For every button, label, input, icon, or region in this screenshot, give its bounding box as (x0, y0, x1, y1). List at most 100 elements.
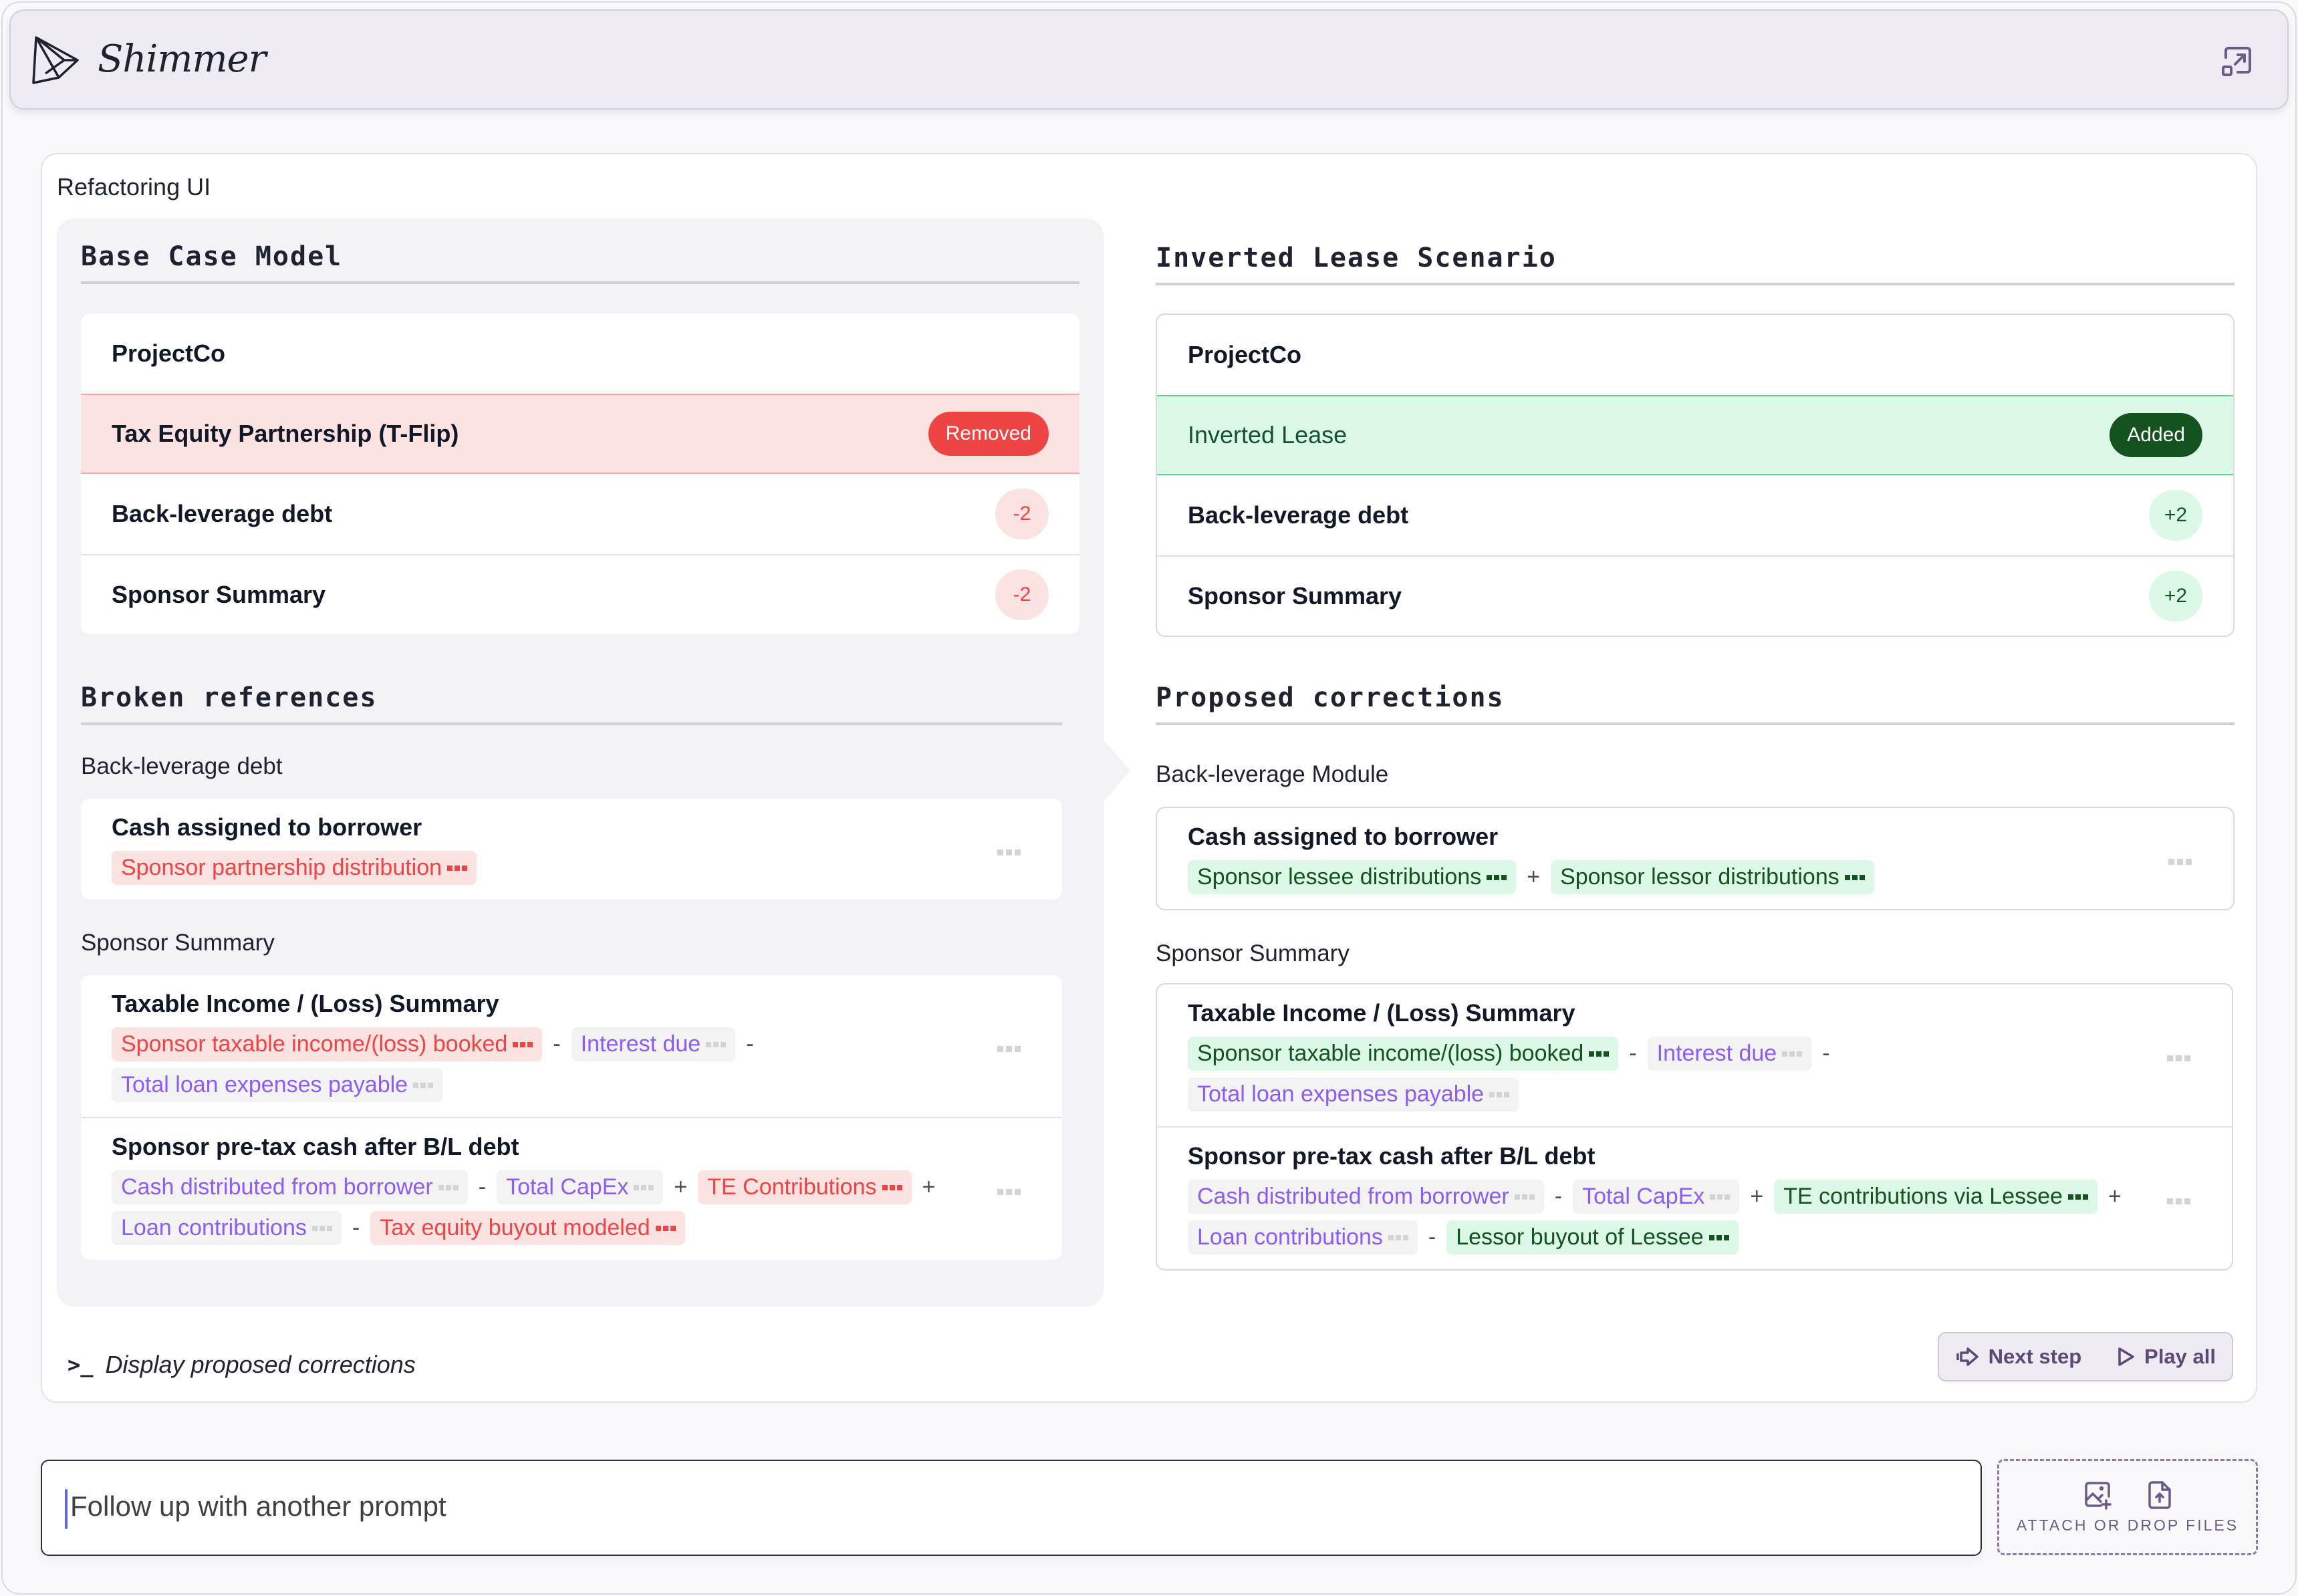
reference-token[interactable]: Total CapEx (1573, 1180, 1740, 1214)
token-menu-icon[interactable] (413, 1082, 434, 1088)
reference-token[interactable]: Total loan expenses payable (112, 1068, 443, 1102)
proposed-ref-card: Taxable Income / (Loss) Summary Sponsor … (1156, 983, 2233, 1271)
token-label: Loan contributions (121, 1215, 307, 1240)
module-label: ProjectCo (1188, 341, 1302, 368)
expand-window-button[interactable] (2220, 44, 2255, 79)
reference-title: Cash assigned to borrower (1188, 823, 1499, 850)
attach-label: ATTACH OR DROP FILES (2016, 1516, 2239, 1534)
broken-reference-token[interactable]: Tax equity buyout modeled (370, 1211, 685, 1245)
module-row-sponsor-summary[interactable]: Sponsor Summary +2 (1157, 555, 2233, 636)
token-menu-icon[interactable] (706, 1041, 727, 1047)
change-count-badge: -2 (995, 489, 1049, 539)
add-image-icon[interactable] (2083, 1480, 2113, 1510)
attach-files-dropzone[interactable]: ATTACH OR DROP FILES (1997, 1459, 2258, 1555)
module-row-projectco[interactable]: ProjectCo (1157, 315, 2233, 395)
module-label: Sponsor Summary (1188, 582, 1402, 610)
formula-operator: - (1428, 1224, 1436, 1250)
display-corrections-command[interactable]: >_ Display proposed corrections (68, 1351, 416, 1379)
reference-token[interactable]: Total loan expenses payable (1188, 1077, 1519, 1111)
formula-operator: - (1822, 1041, 1830, 1066)
formula-operator: + (1750, 1184, 1764, 1209)
playback-controls: Next step Play all (1937, 1332, 2233, 1381)
token-menu-icon[interactable] (438, 1184, 459, 1190)
corrected-reference-token[interactable]: Sponsor lessee distributions (1188, 860, 1517, 894)
arrow-right-icon (1956, 1347, 1978, 1366)
token-menu-icon[interactable] (634, 1184, 654, 1190)
reference-token[interactable]: Cash distributed from borrower (1188, 1180, 1544, 1214)
token-menu-icon[interactable] (2067, 1194, 2088, 1200)
token-menu-icon[interactable] (447, 865, 468, 871)
token-label: Sponsor taxable income/(loss) booked (121, 1031, 508, 1057)
token-menu-icon[interactable] (1589, 1051, 1610, 1057)
more-options-icon[interactable] (2168, 858, 2192, 865)
token-label: Tax equity buyout modeled (380, 1215, 650, 1240)
token-menu-icon[interactable] (1489, 1091, 1510, 1097)
reference-token[interactable]: Total CapEx (497, 1170, 664, 1204)
token-label: Cash distributed from borrower (1197, 1184, 1509, 1209)
token-label: TE Contributions (707, 1174, 877, 1200)
base-case-heading: Base Case Model (81, 241, 1079, 284)
broken-ref-card: Cash assigned to borrower Sponsor partne… (81, 799, 1062, 900)
token-menu-icon[interactable] (1710, 1194, 1731, 1200)
more-options-icon[interactable] (2167, 1198, 2190, 1204)
group-label: Back-leverage debt (81, 753, 283, 779)
change-count-badge: +2 (2149, 571, 2202, 622)
reference-token[interactable]: Cash distributed from borrower (112, 1170, 468, 1204)
token-label: Lessor buyout of Lessee (1456, 1224, 1704, 1250)
change-count-badge: -2 (995, 569, 1049, 620)
module-row-inverted-lease[interactable]: Inverted Lease Added (1157, 395, 2233, 475)
prompt-placeholder: Follow up with another prompt (70, 1490, 446, 1522)
reference-token[interactable]: Loan contributions (112, 1211, 342, 1245)
token-menu-icon[interactable] (1514, 1194, 1535, 1200)
reference-token[interactable]: Loan contributions (1188, 1220, 1418, 1254)
formula-operator: - (1629, 1041, 1637, 1066)
token-menu-icon[interactable] (1782, 1051, 1803, 1057)
play-all-button[interactable]: Play all (2118, 1345, 2216, 1369)
group-label: Back-leverage Module (1156, 761, 1389, 787)
module-label: Tax Equity Partnership (T-Flip) (112, 420, 459, 447)
upload-file-icon[interactable] (2148, 1480, 2172, 1510)
module-label: Sponsor Summary (112, 581, 326, 608)
formula-operator: - (1554, 1184, 1563, 1209)
follow-up-prompt-input[interactable]: Follow up with another prompt (41, 1460, 1982, 1556)
formula-operator: + (674, 1174, 688, 1200)
module-row-back-leverage[interactable]: Back-leverage debt -2 (81, 474, 1079, 554)
token-menu-icon[interactable] (1844, 874, 1865, 880)
module-row-back-leverage[interactable]: Back-leverage debt +2 (1157, 475, 2233, 555)
terminal-prompt-icon: >_ (68, 1352, 94, 1377)
token-menu-icon[interactable] (882, 1184, 902, 1190)
next-step-button[interactable]: Next step (1956, 1345, 2081, 1369)
formula: Sponsor partnership distribution (112, 851, 995, 885)
corrected-reference-token[interactable]: TE contributions via Lessee (1774, 1180, 2097, 1214)
token-label: Loan contributions (1197, 1224, 1383, 1250)
broken-reference-token[interactable]: Sponsor taxable income/(loss) booked (112, 1027, 543, 1061)
removed-badge: Removed (928, 412, 1049, 456)
token-menu-icon[interactable] (1388, 1234, 1408, 1240)
more-options-icon[interactable] (997, 1046, 1021, 1052)
reference-item: Taxable Income / (Loss) Summary Sponsor … (81, 975, 1062, 1117)
broken-reference-token[interactable]: Sponsor partnership distribution (112, 851, 477, 885)
more-options-icon[interactable] (2167, 1055, 2190, 1061)
reference-token[interactable]: Interest due (1647, 1037, 1812, 1071)
formula-operator: - (553, 1031, 561, 1057)
corrected-reference-token[interactable]: Sponsor taxable income/(loss) booked (1188, 1037, 1619, 1071)
token-menu-icon[interactable] (1487, 874, 1507, 880)
broken-reference-token[interactable]: TE Contributions (698, 1170, 912, 1204)
proposed-ref-card: Cash assigned to borrower Sponsor lessee… (1156, 807, 2235, 910)
token-menu-icon[interactable] (513, 1041, 533, 1047)
token-menu-icon[interactable] (1708, 1234, 1729, 1240)
token-label: Total loan expenses payable (1197, 1081, 1485, 1107)
more-options-icon[interactable] (997, 849, 1021, 855)
inverted-module-list: ProjectCo Inverted Lease Added Back-leve… (1156, 313, 2235, 637)
token-menu-icon[interactable] (311, 1225, 332, 1231)
module-row-tax-equity[interactable]: Tax Equity Partnership (T-Flip) Removed (81, 394, 1079, 474)
reference-token[interactable]: Interest due (571, 1027, 736, 1061)
inverted-lease-heading: Inverted Lease Scenario (1156, 243, 2235, 285)
more-options-icon[interactable] (997, 1189, 1021, 1195)
module-row-projectco[interactable]: ProjectCo (81, 313, 1079, 394)
broken-ref-card: Taxable Income / (Loss) Summary Sponsor … (81, 975, 1062, 1260)
module-row-sponsor-summary[interactable]: Sponsor Summary -2 (81, 554, 1079, 634)
token-menu-icon[interactable] (655, 1225, 676, 1231)
corrected-reference-token[interactable]: Sponsor lessor distributions (1551, 860, 1874, 894)
corrected-reference-token[interactable]: Lessor buyout of Lessee (1446, 1220, 1739, 1254)
